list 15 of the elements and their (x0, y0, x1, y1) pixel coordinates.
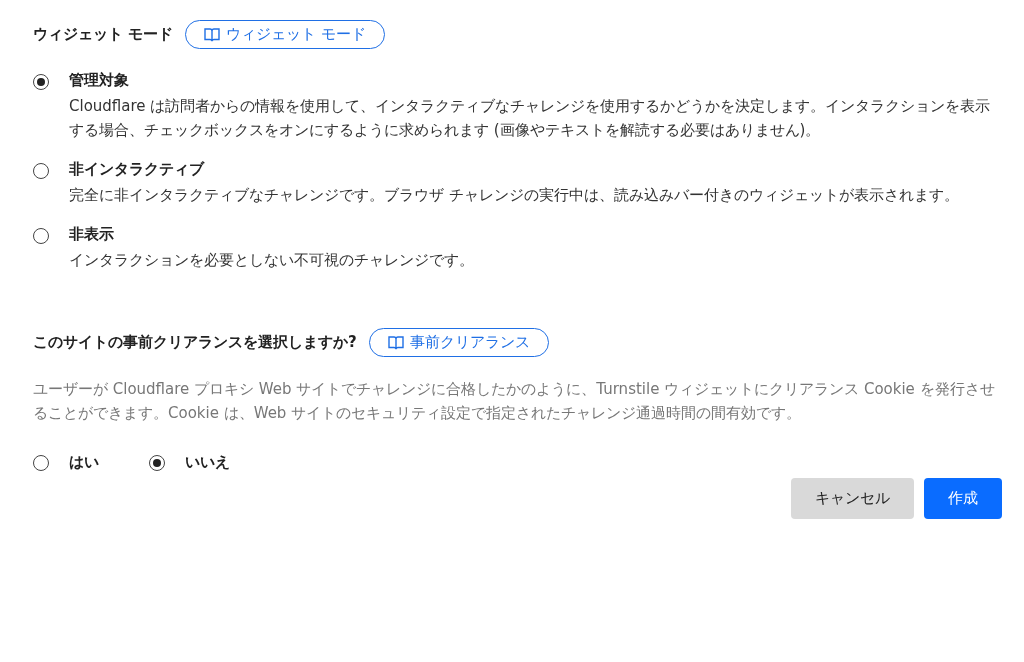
option-description: Cloudflare は訪問者からの情報を使用して、インタラクティブなチャレンジを使用するかどうかを決定します。インタラクションを表示する場合、チェックボックスをオンにするように求められます (画像やテキストを解読する必要はありません)。 (69, 96, 992, 141)
option-description: 完全に非インタラクティブなチャレンジです。ブラウザ チャレンジの実行中は、読み込みバー付きのウィジェットが表示されます。 (69, 185, 959, 206)
section-heading: このサイトの事前クリアランスを選択しますか? (33, 333, 357, 352)
option-label: 非インタラクティブ (69, 160, 206, 179)
option-label: はい (69, 453, 99, 472)
cancel-button[interactable]: キャンセル (791, 478, 914, 519)
create-button[interactable]: 作成 (924, 478, 1002, 519)
book-icon (387, 335, 404, 350)
option-label: 管理対象 (69, 71, 130, 90)
option-label: 非表示 (69, 225, 115, 244)
section-heading: ウィジェット モード (33, 25, 174, 44)
section-description: ユーザーが Cloudflare プロキシ Web サイトでチャレンジに合格したかのように、Turnstile ウィジェットにクリアランス Cookie を発行させることができます。Cookie は、Web サイトのセキュリティ設定で指定されたチャレンジ通過時間の間有効です。 (33, 379, 996, 424)
option-label: いいえ (185, 453, 230, 472)
book-icon (204, 27, 221, 42)
option-description: インタラクションを必要としない不可視のチャレンジです。 (69, 250, 474, 271)
